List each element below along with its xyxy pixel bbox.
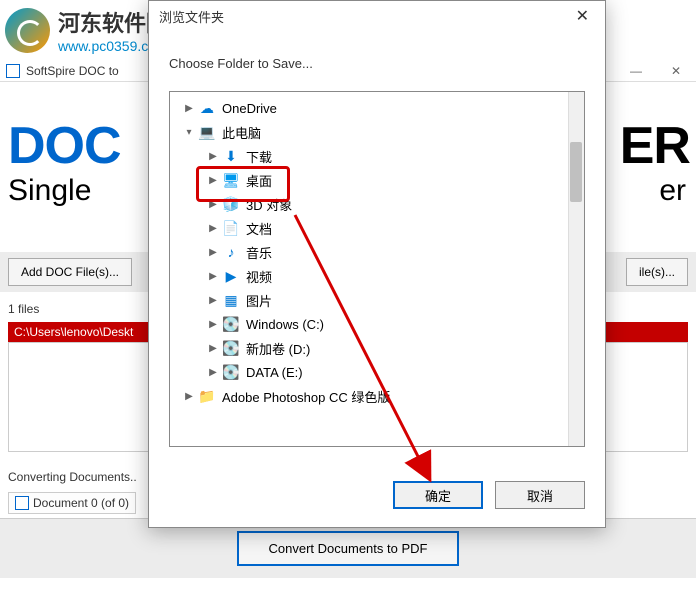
expand-icon[interactable]: ▶ (182, 389, 196, 403)
drive-icon: 💽 (222, 363, 240, 381)
drive-icon: 💽 (222, 315, 240, 333)
close-button[interactable]: ✕ (656, 60, 696, 82)
expand-icon[interactable]: ▶ (206, 221, 220, 235)
tree-item-desktop[interactable]: ▶🖥 桌面 (170, 168, 584, 192)
tree-item-label: 新加卷 (D:) (246, 339, 310, 358)
expand-icon[interactable]: ▶ (206, 365, 220, 379)
expand-icon[interactable]: ▶ (206, 317, 220, 331)
dialog-title: 浏览文件夹 (159, 7, 224, 26)
main-title: SoftSpire DOC to (26, 64, 119, 78)
expand-icon[interactable]: ▶ (182, 101, 196, 115)
tree-item-music[interactable]: ▶♪ 音乐 (170, 240, 584, 264)
folder-tree[interactable]: ▶☁OneDrive▾💻此电脑▶⬇下载▶🖥桌面▶🧊3D 对象▶📄文档▶♪音乐▶▶… (169, 91, 585, 447)
tree-item-cloud[interactable]: ▶☁ OneDrive (170, 96, 584, 120)
pics-icon: ▦ (222, 291, 240, 309)
tree-item-label: Windows (C:) (246, 317, 324, 332)
drive-icon: 💽 (222, 339, 240, 357)
cancel-button[interactable]: 取消 (495, 481, 585, 509)
tree-item-label: 音乐 (246, 243, 272, 262)
tree-item-label: Adobe Photoshop CC 绿色版 (222, 387, 390, 406)
tree-item-pc[interactable]: ▾💻 此电脑 (170, 120, 584, 144)
pc-icon: 💻 (198, 123, 216, 141)
add-doc-button[interactable]: Add DOC File(s)... (8, 258, 132, 286)
tree-item-label: DATA (E:) (246, 365, 303, 380)
hero-title-right: ER (620, 116, 690, 176)
tree-item-label: 下载 (246, 147, 272, 166)
tree-item-folder[interactable]: ▶📁 Adobe Photoshop CC 绿色版 (170, 384, 584, 408)
expand-icon[interactable]: ▶ (206, 149, 220, 163)
tree-scrollbar[interactable] (568, 92, 584, 446)
download-icon: ⬇ (222, 147, 240, 165)
expand-icon[interactable]: ▾ (182, 125, 196, 139)
tree-item-download[interactable]: ▶⬇ 下载 (170, 144, 584, 168)
hero-sub-left: Single (8, 174, 91, 207)
tree-item-video[interactable]: ▶▶ 视频 (170, 264, 584, 288)
folder-icon: 📁 (198, 387, 216, 405)
hero-sub-right: er (659, 174, 686, 208)
close-icon[interactable]: ✕ (570, 6, 595, 26)
tree-item-pics[interactable]: ▶▦ 图片 (170, 288, 584, 312)
doc-counter-text: Document 0 (of 0) (33, 496, 129, 510)
expand-icon[interactable]: ▶ (206, 173, 220, 187)
tree-item-docs[interactable]: ▶📄 文档 (170, 216, 584, 240)
tree-item-label: 桌面 (246, 171, 272, 190)
expand-icon[interactable]: ▶ (206, 293, 220, 307)
browse-folder-dialog: 浏览文件夹 ✕ Choose Folder to Save... ▶☁OneDr… (148, 0, 606, 528)
minimize-button[interactable]: — (616, 60, 656, 82)
expand-icon[interactable]: ▶ (206, 245, 220, 259)
convert-button[interactable]: Convert Documents to PDF (237, 531, 460, 566)
logo-icon (5, 8, 50, 53)
tree-item-label: OneDrive (222, 101, 277, 116)
expand-icon[interactable]: ▶ (206, 269, 220, 283)
files-count-label: 1 files (8, 302, 39, 316)
cloud-icon: ☁ (198, 99, 216, 117)
app-icon (6, 64, 20, 78)
expand-icon[interactable]: ▶ (206, 341, 220, 355)
right-file-button[interactable]: ile(s)... (626, 258, 688, 286)
tree-item-label: 图片 (246, 291, 272, 310)
dialog-caption: Choose Folder to Save... (149, 31, 605, 81)
tree-item-label: 文档 (246, 219, 272, 238)
dialog-titlebar: 浏览文件夹 ✕ (149, 1, 605, 31)
status-text: Converting Documents.. (8, 470, 137, 484)
desktop-icon: 🖥 (222, 171, 240, 189)
tree-item-drive[interactable]: ▶💽 DATA (E:) (170, 360, 584, 384)
document-counter: Document 0 (of 0) (8, 492, 136, 514)
music-icon: ♪ (222, 243, 240, 261)
doc-icon (15, 496, 29, 510)
docs-icon: 📄 (222, 219, 240, 237)
tree-item-drive[interactable]: ▶💽 Windows (C:) (170, 312, 584, 336)
ok-button[interactable]: 确定 (393, 481, 483, 509)
hero-title-left: DOC (8, 117, 121, 175)
tree-item-drive[interactable]: ▶💽 新加卷 (D:) (170, 336, 584, 360)
video-icon: ▶ (222, 267, 240, 285)
tree-item-label: 视频 (246, 267, 272, 286)
tree-item-label: 此电脑 (222, 123, 261, 142)
